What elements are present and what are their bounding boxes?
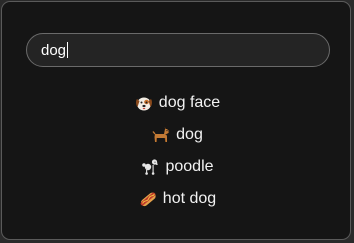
emoji-result-label: hot dog [162, 190, 217, 207]
emoji-results-list: dog face dog poodle hot dog [2, 87, 352, 215]
poodle-emoji-icon [140, 157, 160, 177]
dog-emoji-icon [151, 125, 171, 145]
search-input[interactable]: dog [26, 33, 330, 67]
emoji-result-dog-face[interactable]: dog face [130, 87, 224, 119]
emoji-result-hot-dog[interactable]: hot dog [134, 183, 220, 215]
emoji-result-poodle[interactable]: poodle [136, 151, 217, 183]
text-caret [67, 42, 69, 58]
search-input-value: dog [41, 41, 67, 59]
emoji-result-label: dog face [158, 94, 221, 111]
dog-face-emoji-icon [134, 93, 154, 113]
emoji-result-dog[interactable]: dog [147, 119, 207, 151]
hot-dog-emoji-icon [138, 189, 158, 209]
emoji-result-label: dog [176, 126, 203, 143]
emoji-result-label: poodle [165, 158, 214, 175]
emoji-picker-panel: dog dog face dog poodle hot dog [1, 1, 351, 240]
